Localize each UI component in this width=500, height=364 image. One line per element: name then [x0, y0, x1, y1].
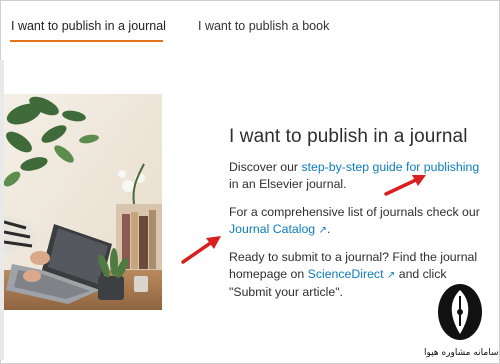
- guide-suffix: in an Elsevier journal.: [229, 177, 347, 191]
- external-link-icon: ↗: [318, 225, 327, 236]
- active-tab-underline: [10, 40, 163, 42]
- submit-line1: Ready to submit to a journal? Find the j…: [229, 250, 478, 264]
- hero-photo-laptop-desk: [4, 94, 162, 310]
- pen-nib-logo-icon: [438, 284, 482, 340]
- tab-bar: I want to publish in a journal I want to…: [0, 0, 500, 50]
- submit-prefix: homepage on: [229, 267, 308, 281]
- tab-publish-book[interactable]: I want to publish a book: [198, 19, 329, 33]
- watermark-logo: سامانه مشاوره هپوا: [424, 282, 499, 360]
- catalog-paragraph: For a comprehensive list of journals che…: [229, 204, 480, 239]
- annotation-arrow-icon: [181, 236, 221, 264]
- sciencedirect-label: ScienceDirect: [307, 267, 384, 281]
- catalog-suffix: .: [326, 222, 331, 236]
- journal-catalog-label: Journal Catalog: [229, 222, 316, 236]
- submit-suffix: and click: [395, 267, 447, 281]
- watermark-text: سامانه مشاوره هپوا: [424, 348, 499, 358]
- journal-catalog-link[interactable]: Journal Catalog ↗: [229, 222, 327, 236]
- tab-publish-journal[interactable]: I want to publish in a journal: [11, 19, 166, 33]
- submit-line3: "Submit your article".: [229, 285, 343, 299]
- guide-prefix: Discover our: [229, 160, 302, 174]
- catalog-line1: For a comprehensive list of journals che…: [229, 205, 480, 219]
- guide-paragraph: Discover our step-by-step guide for publ…: [229, 159, 479, 193]
- sciencedirect-link[interactable]: ScienceDirect ↗: [308, 267, 396, 281]
- annotation-arrow-icon: [384, 175, 426, 196]
- page-heading: I want to publish in a journal: [229, 126, 468, 147]
